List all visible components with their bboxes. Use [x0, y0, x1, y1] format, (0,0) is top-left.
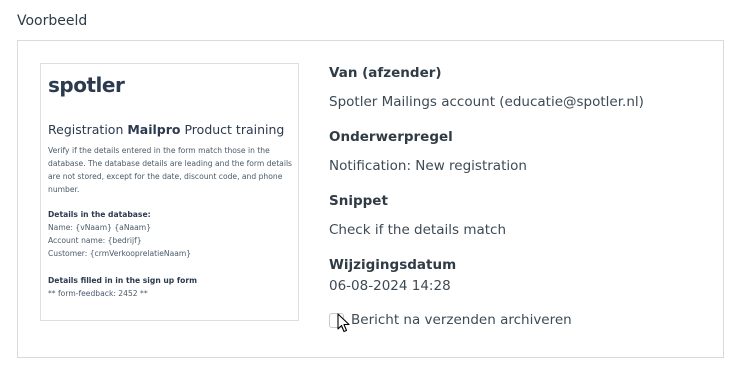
form-details-title: Details filled in in the sign up form	[48, 276, 198, 285]
body-line: are not stored, except for the date, dis…	[48, 172, 283, 181]
preview-panel: spotler Registration Mailpro Product tra…	[17, 40, 724, 358]
database-name: Name: {vNaam} {aNaam}	[48, 223, 152, 232]
database-details: Details in the database: Name: {vNaam} {…	[48, 208, 294, 260]
email-heading-post: Product training	[180, 122, 285, 137]
email-preview: spotler Registration Mailpro Product tra…	[40, 63, 299, 321]
subject-label: Onderwerpregel	[329, 129, 453, 145]
archive-checkbox-label[interactable]: Bericht na verzenden archiveren	[351, 312, 572, 328]
snippet-value: Check if the details match	[329, 222, 507, 238]
body-line: number.	[48, 185, 80, 194]
database-customer: Customer: {crmVerkooprelatieNaam}	[48, 249, 192, 258]
email-heading-pre: Registration	[48, 122, 128, 137]
modified-value: 06-08-2024 14:28	[329, 278, 451, 294]
section-title: Voorbeeld	[17, 13, 88, 29]
subject-value: Notification: New registration	[329, 158, 527, 174]
form-feedback: ** form-feedback: 2452 **	[48, 289, 148, 298]
snippet-label: Snippet	[329, 193, 388, 209]
form-details: Details filled in in the sign up form **…	[48, 274, 294, 300]
database-account: Account name: {bedrijf}	[48, 236, 142, 245]
body-line: Verify if the details entered in the for…	[48, 146, 270, 155]
email-heading: Registration Mailpro Product training	[48, 122, 284, 137]
archive-checkbox-row[interactable]: Bericht na verzenden archiveren	[329, 312, 572, 328]
email-heading-bold: Mailpro	[127, 122, 181, 137]
from-value: Spotler Mailings account (educatie@spotl…	[329, 94, 644, 110]
spotler-logo: spotler	[48, 73, 125, 97]
from-label: Van (afzender)	[329, 65, 442, 81]
email-body-text: Verify if the details entered in the for…	[48, 144, 294, 196]
modified-label: Wijzigingsdatum	[329, 257, 457, 273]
mouse-pointer-icon	[337, 313, 350, 333]
database-details-title: Details in the database:	[48, 210, 151, 219]
body-line: database. The database details are leadi…	[48, 159, 293, 168]
